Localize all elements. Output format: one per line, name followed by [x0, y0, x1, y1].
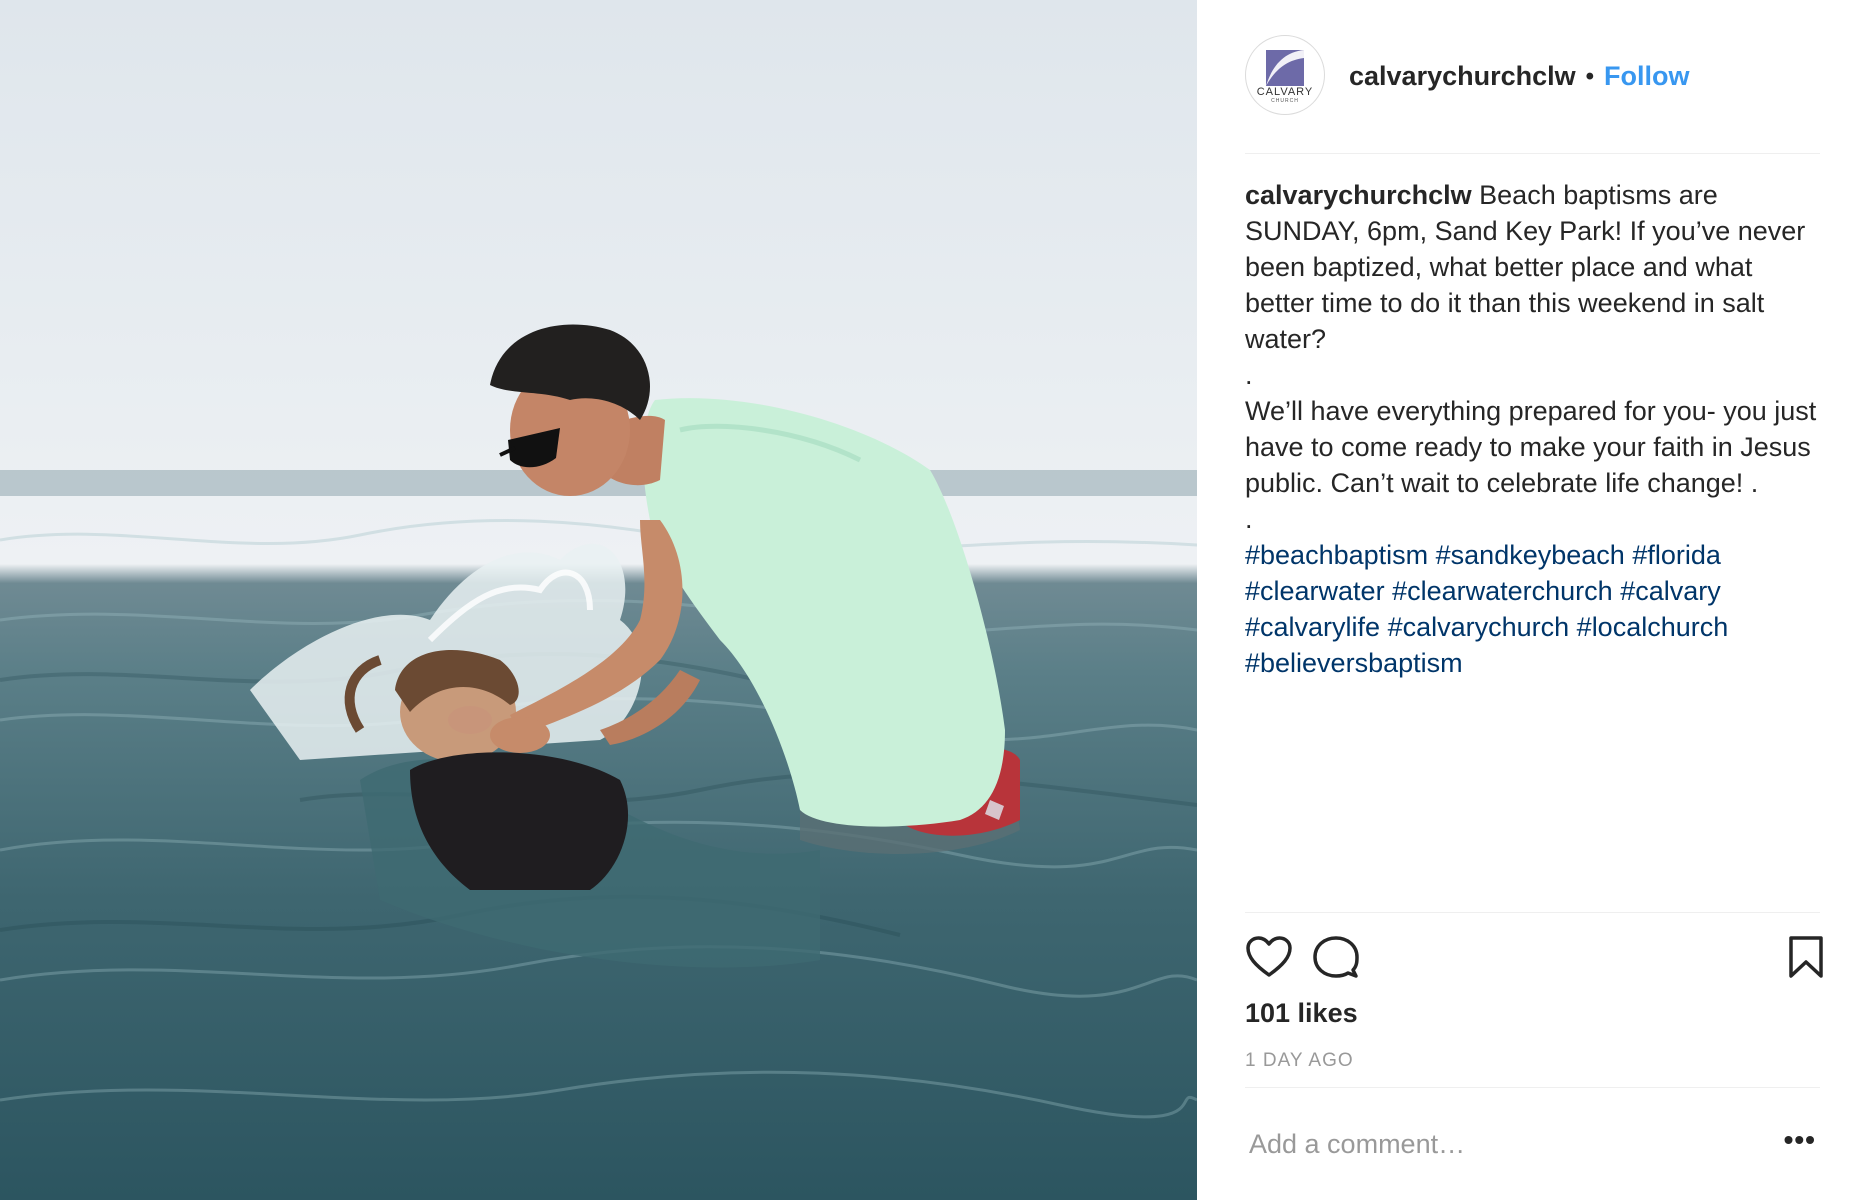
hashtag-link[interactable]: #clearwaterchurch	[1392, 576, 1613, 606]
speech-bubble-icon	[1313, 936, 1359, 978]
post-details-panel: CALVARY CHURCH calvarychurchclw • Follow…	[1197, 0, 1864, 1200]
username-link[interactable]: calvarychurchclw	[1349, 61, 1576, 92]
caption-hashtags: #beachbaptism #sandkeybeach #florida #cl…	[1245, 537, 1825, 681]
hashtag-link[interactable]: #calvarylife	[1245, 612, 1380, 642]
comment-bar: •••	[1245, 1087, 1820, 1200]
action-icons-row	[1245, 935, 1823, 985]
hashtag-link[interactable]: #sandkeybeach	[1436, 540, 1625, 570]
post-timestamp[interactable]: 1 DAY AGO	[1245, 1050, 1354, 1072]
post-header: CALVARY CHURCH calvarychurchclw • Follow	[1245, 35, 1820, 154]
more-options-button[interactable]: •••	[1784, 1126, 1816, 1154]
like-button[interactable]	[1245, 935, 1293, 984]
hashtag-link[interactable]: #beachbaptism	[1245, 540, 1428, 570]
hashtag-link[interactable]: #calvarychurch	[1388, 612, 1570, 642]
avatar-logo-text: CALVARY	[1256, 86, 1314, 98]
post-caption: calvarychurchclw Beach baptisms are SUND…	[1245, 177, 1825, 681]
comment-input[interactable]	[1249, 1124, 1729, 1164]
caption-paragraph-2: We’ll have everything prepared for you- …	[1245, 396, 1817, 498]
save-button[interactable]	[1788, 935, 1824, 984]
follow-button[interactable]: Follow	[1604, 61, 1689, 92]
hashtag-link[interactable]: #clearwater	[1245, 576, 1385, 606]
hashtag-link[interactable]: #florida	[1632, 540, 1721, 570]
hashtag-link[interactable]: #calvary	[1620, 576, 1721, 606]
separator-dot: •	[1585, 62, 1595, 90]
avatar-logo-subtext: CHURCH	[1271, 98, 1299, 104]
caption-dot-2: .	[1245, 504, 1253, 534]
post-photo[interactable]	[0, 0, 1197, 1200]
photo-illustration	[0, 324, 1197, 1119]
hashtag-link[interactable]: #believersbaptism	[1245, 648, 1463, 678]
heart-outline-icon	[1246, 936, 1292, 977]
likes-count[interactable]: 101 likes	[1245, 998, 1358, 1029]
bookmark-outline-icon	[1789, 936, 1823, 978]
instagram-post: CALVARY CHURCH calvarychurchclw • Follow…	[0, 0, 1864, 1200]
caption-username-link[interactable]: calvarychurchclw	[1245, 180, 1472, 210]
comment-button[interactable]	[1313, 935, 1359, 984]
caption-dot-1: .	[1245, 360, 1253, 390]
header-text: calvarychurchclw • Follow	[1349, 61, 1690, 92]
hashtag-link[interactable]: #localchurch	[1577, 612, 1729, 642]
avatar[interactable]: CALVARY CHURCH	[1245, 35, 1325, 115]
